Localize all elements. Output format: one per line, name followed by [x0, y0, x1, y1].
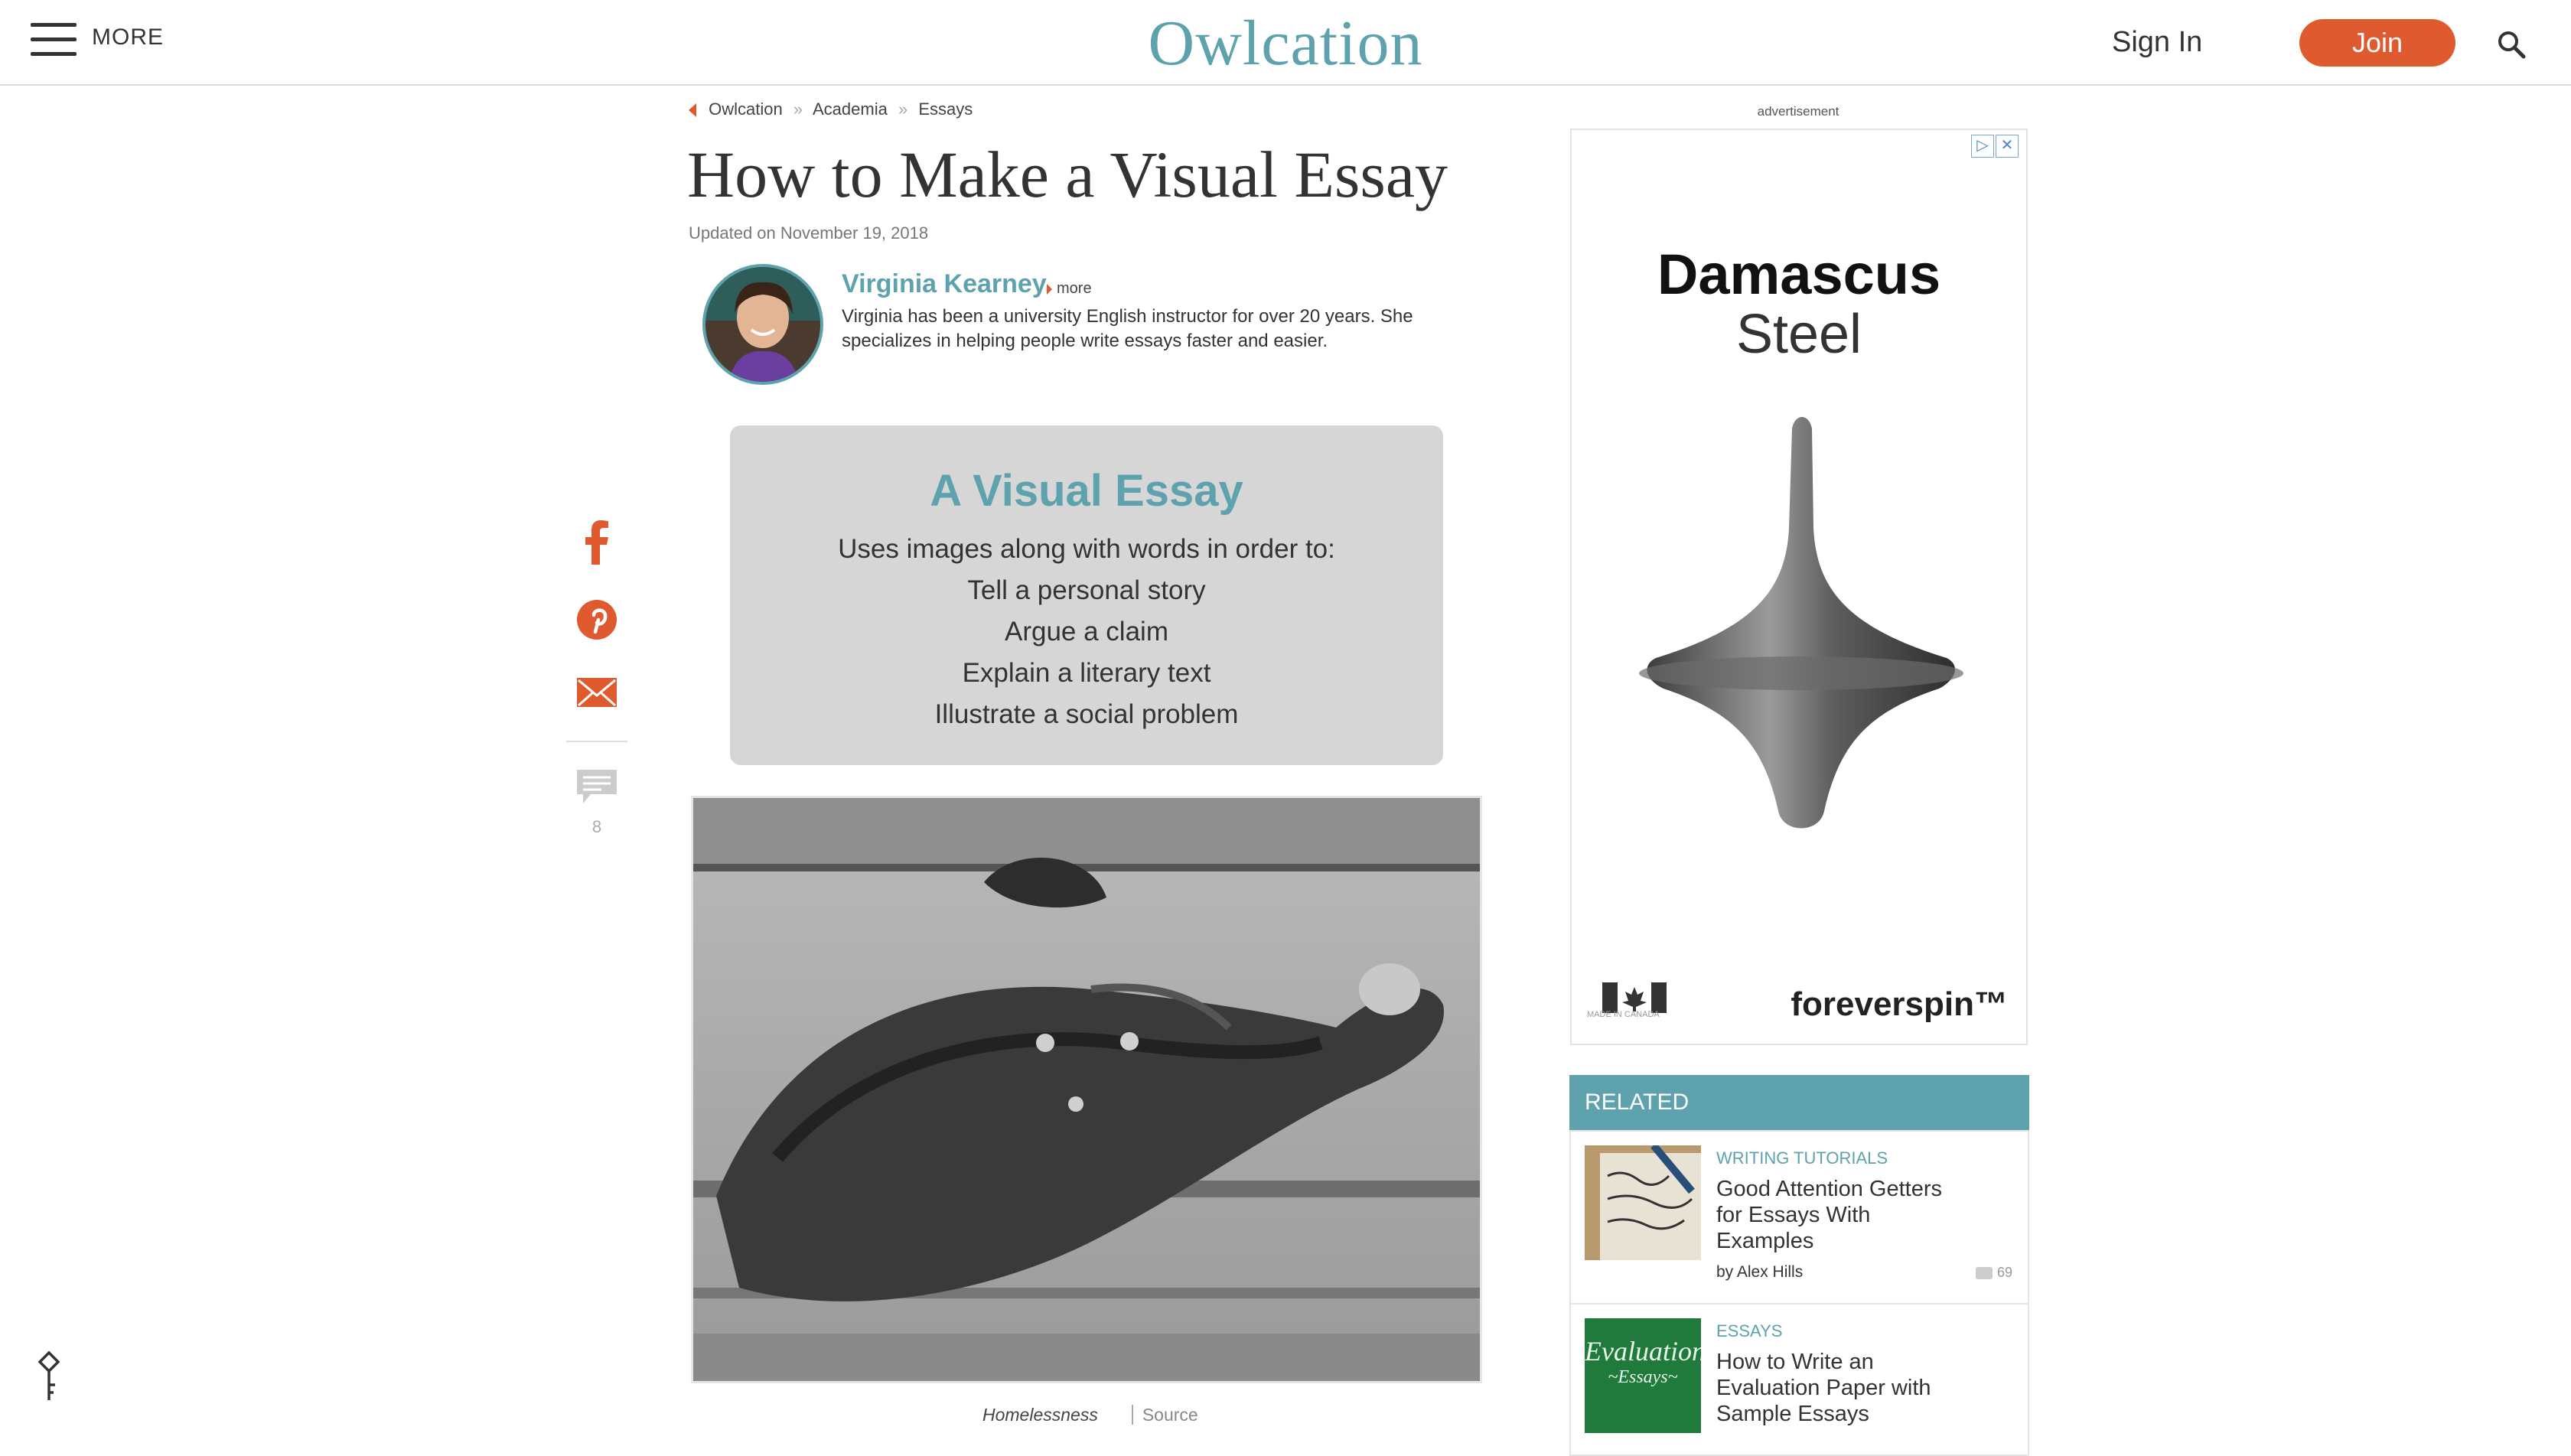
comment-icon[interactable]	[566, 767, 627, 809]
breadcrumb-separator: »	[793, 99, 803, 119]
site-header: MORE Owlcation Sign In Join	[0, 0, 2571, 86]
visual-essay-callout: A Visual Essay Uses images along with wo…	[730, 425, 1443, 765]
callout-line: Tell a personal story	[967, 575, 1206, 605]
ad-brand: foreverspin™	[1791, 985, 2008, 1023]
related-item[interactable]: WRITING TUTORIALS Good Attention Getters…	[1569, 1130, 2029, 1305]
comment-count[interactable]: 8	[566, 817, 627, 837]
author-bio: Virginia has been a university English i…	[842, 306, 1413, 351]
join-button[interactable]: Join	[2299, 19, 2455, 67]
breadcrumb-item-academia[interactable]: Academia	[813, 99, 888, 119]
photo-source-link[interactable]: Source	[1131, 1405, 1198, 1425]
breadcrumb: Owlcation » Academia » Essays	[689, 99, 973, 119]
related-title[interactable]: Good Attention Getters for Essays With E…	[1716, 1176, 1961, 1254]
thumbnail-title: Evaluation	[1585, 1336, 1701, 1366]
updated-date: Updated on November 19, 2018	[689, 223, 929, 243]
handwriting-thumbnail-image	[1585, 1145, 1701, 1260]
spinning-top-image	[1639, 417, 1963, 829]
facebook-icon[interactable]	[566, 517, 627, 566]
share-divider	[566, 741, 627, 742]
comment-icon	[1975, 1267, 1993, 1280]
related-thumbnail[interactable]	[1585, 1145, 1701, 1260]
ad-subtitle: Steel	[1735, 304, 1862, 365]
callout-title: A Visual Essay	[930, 466, 1243, 516]
breadcrumb-item-essays[interactable]: Essays	[918, 99, 973, 119]
related-item[interactable]: Evaluation ~Essays~ ESSAYS How to Write …	[1569, 1303, 2029, 1456]
email-icon[interactable]	[566, 675, 627, 710]
site-logo[interactable]: Owlcation	[1056, 6, 1515, 80]
breadcrumb-separator: »	[898, 99, 908, 119]
photo-caption: Homelessness Source	[982, 1405, 1198, 1425]
page-title: How to Make a Visual Essay	[687, 138, 1448, 211]
homeless-man-photo	[693, 798, 1480, 1381]
related-heading: RELATED	[1569, 1075, 2029, 1130]
back-arrow-icon[interactable]	[689, 103, 696, 118]
ad-title: Damascus	[1657, 243, 1941, 306]
breadcrumb-item-owlcation[interactable]: Owlcation	[709, 99, 783, 119]
author-more-label: more	[1057, 280, 1092, 297]
key-icon[interactable]	[34, 1350, 64, 1403]
related-title[interactable]: How to Write an Evaluation Paper with Sa…	[1716, 1349, 1961, 1427]
related-category[interactable]: ESSAYS	[1716, 1321, 1782, 1341]
ad-badges: ▷ ✕	[1970, 135, 2019, 158]
related-comment-count: 69	[1975, 1265, 2012, 1281]
search-icon[interactable]	[2496, 29, 2527, 60]
author-name-link[interactable]: Virginia Kearney	[842, 269, 1047, 299]
ad-made-in: MADE IN CANADA	[1587, 1010, 1660, 1019]
sign-in-link[interactable]: Sign In	[2112, 26, 2202, 59]
article-photo[interactable]	[691, 796, 1482, 1383]
callout-line: Argue a claim	[1005, 617, 1168, 647]
author-more-link[interactable]: more	[1047, 280, 1092, 298]
ad-choices-icon[interactable]: ▷	[1971, 135, 1994, 158]
related-category[interactable]: WRITING TUTORIALS	[1716, 1148, 1888, 1168]
ad-close-icon[interactable]: ✕	[1996, 135, 2019, 158]
caret-right-icon	[1047, 283, 1052, 295]
menu-icon[interactable]	[31, 23, 77, 57]
advertisement[interactable]: ▷ ✕ Damascus Steel MADE IN CANADA forever…	[1570, 129, 2028, 1045]
callout-line: Uses images along with words in order to…	[838, 534, 1335, 564]
related-author: by Alex Hills	[1716, 1263, 1804, 1281]
thumbnail-subtitle: ~Essays~	[1608, 1367, 1678, 1387]
related-thumbnail[interactable]: Evaluation ~Essays~	[1585, 1318, 1701, 1433]
more-menu-label[interactable]: MORE	[92, 24, 164, 50]
photo-caption-text: Homelessness	[982, 1405, 1098, 1425]
callout-line: Explain a literary text	[962, 658, 1211, 688]
callout-line: Illustrate a social problem	[934, 699, 1239, 729]
pinterest-icon[interactable]	[566, 597, 627, 643]
related-comment-count-value: 69	[1996, 1265, 2012, 1280]
avatar-image	[705, 267, 820, 382]
author-avatar[interactable]	[702, 264, 823, 385]
ad-label: advertisement	[1757, 104, 1839, 119]
canada-flag-icon	[1602, 982, 1667, 1013]
